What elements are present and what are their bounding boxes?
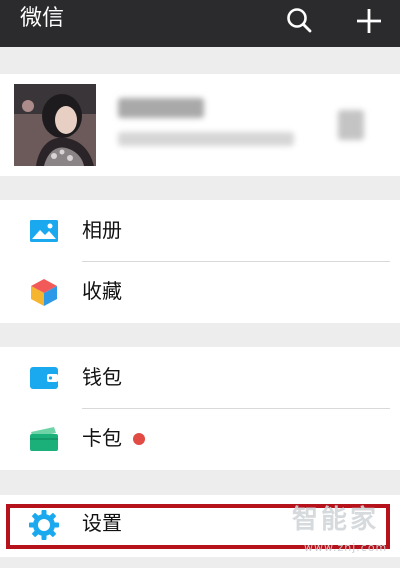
menu-group-1: 相册 收藏 <box>0 200 400 323</box>
watermark-url: www.znj.com <box>304 541 388 554</box>
plus-icon[interactable] <box>352 4 386 38</box>
account-id-blurred <box>118 132 294 146</box>
menu-item-wallet[interactable]: 钱包 <box>0 347 400 408</box>
album-label: 相册 <box>82 218 122 242</box>
menu-item-favorites[interactable]: 收藏 <box>0 261 400 322</box>
menu-item-cards[interactable]: 卡包 <box>0 408 400 469</box>
top-bar: 微信 <box>0 0 400 47</box>
nickname-blurred <box>118 98 204 118</box>
avatar[interactable] <box>14 84 96 166</box>
profile-card[interactable] <box>0 74 400 176</box>
qr-code-icon[interactable] <box>338 110 364 140</box>
card-wallet-icon <box>28 423 60 455</box>
menu-item-album[interactable]: 相册 <box>0 200 400 261</box>
photo-album-icon <box>28 215 60 247</box>
favorites-label: 收藏 <box>82 279 122 303</box>
unread-dot <box>133 433 145 445</box>
favorites-cube-icon <box>28 276 60 308</box>
menu-group-2: 钱包 卡包 <box>0 347 400 470</box>
search-icon[interactable] <box>283 4 317 38</box>
wallet-icon <box>28 362 60 394</box>
watermark: 智能家 <box>292 505 380 535</box>
cards-label: 卡包 <box>82 426 122 450</box>
wallet-label: 钱包 <box>82 365 122 389</box>
app-title: 微信 <box>20 6 65 31</box>
